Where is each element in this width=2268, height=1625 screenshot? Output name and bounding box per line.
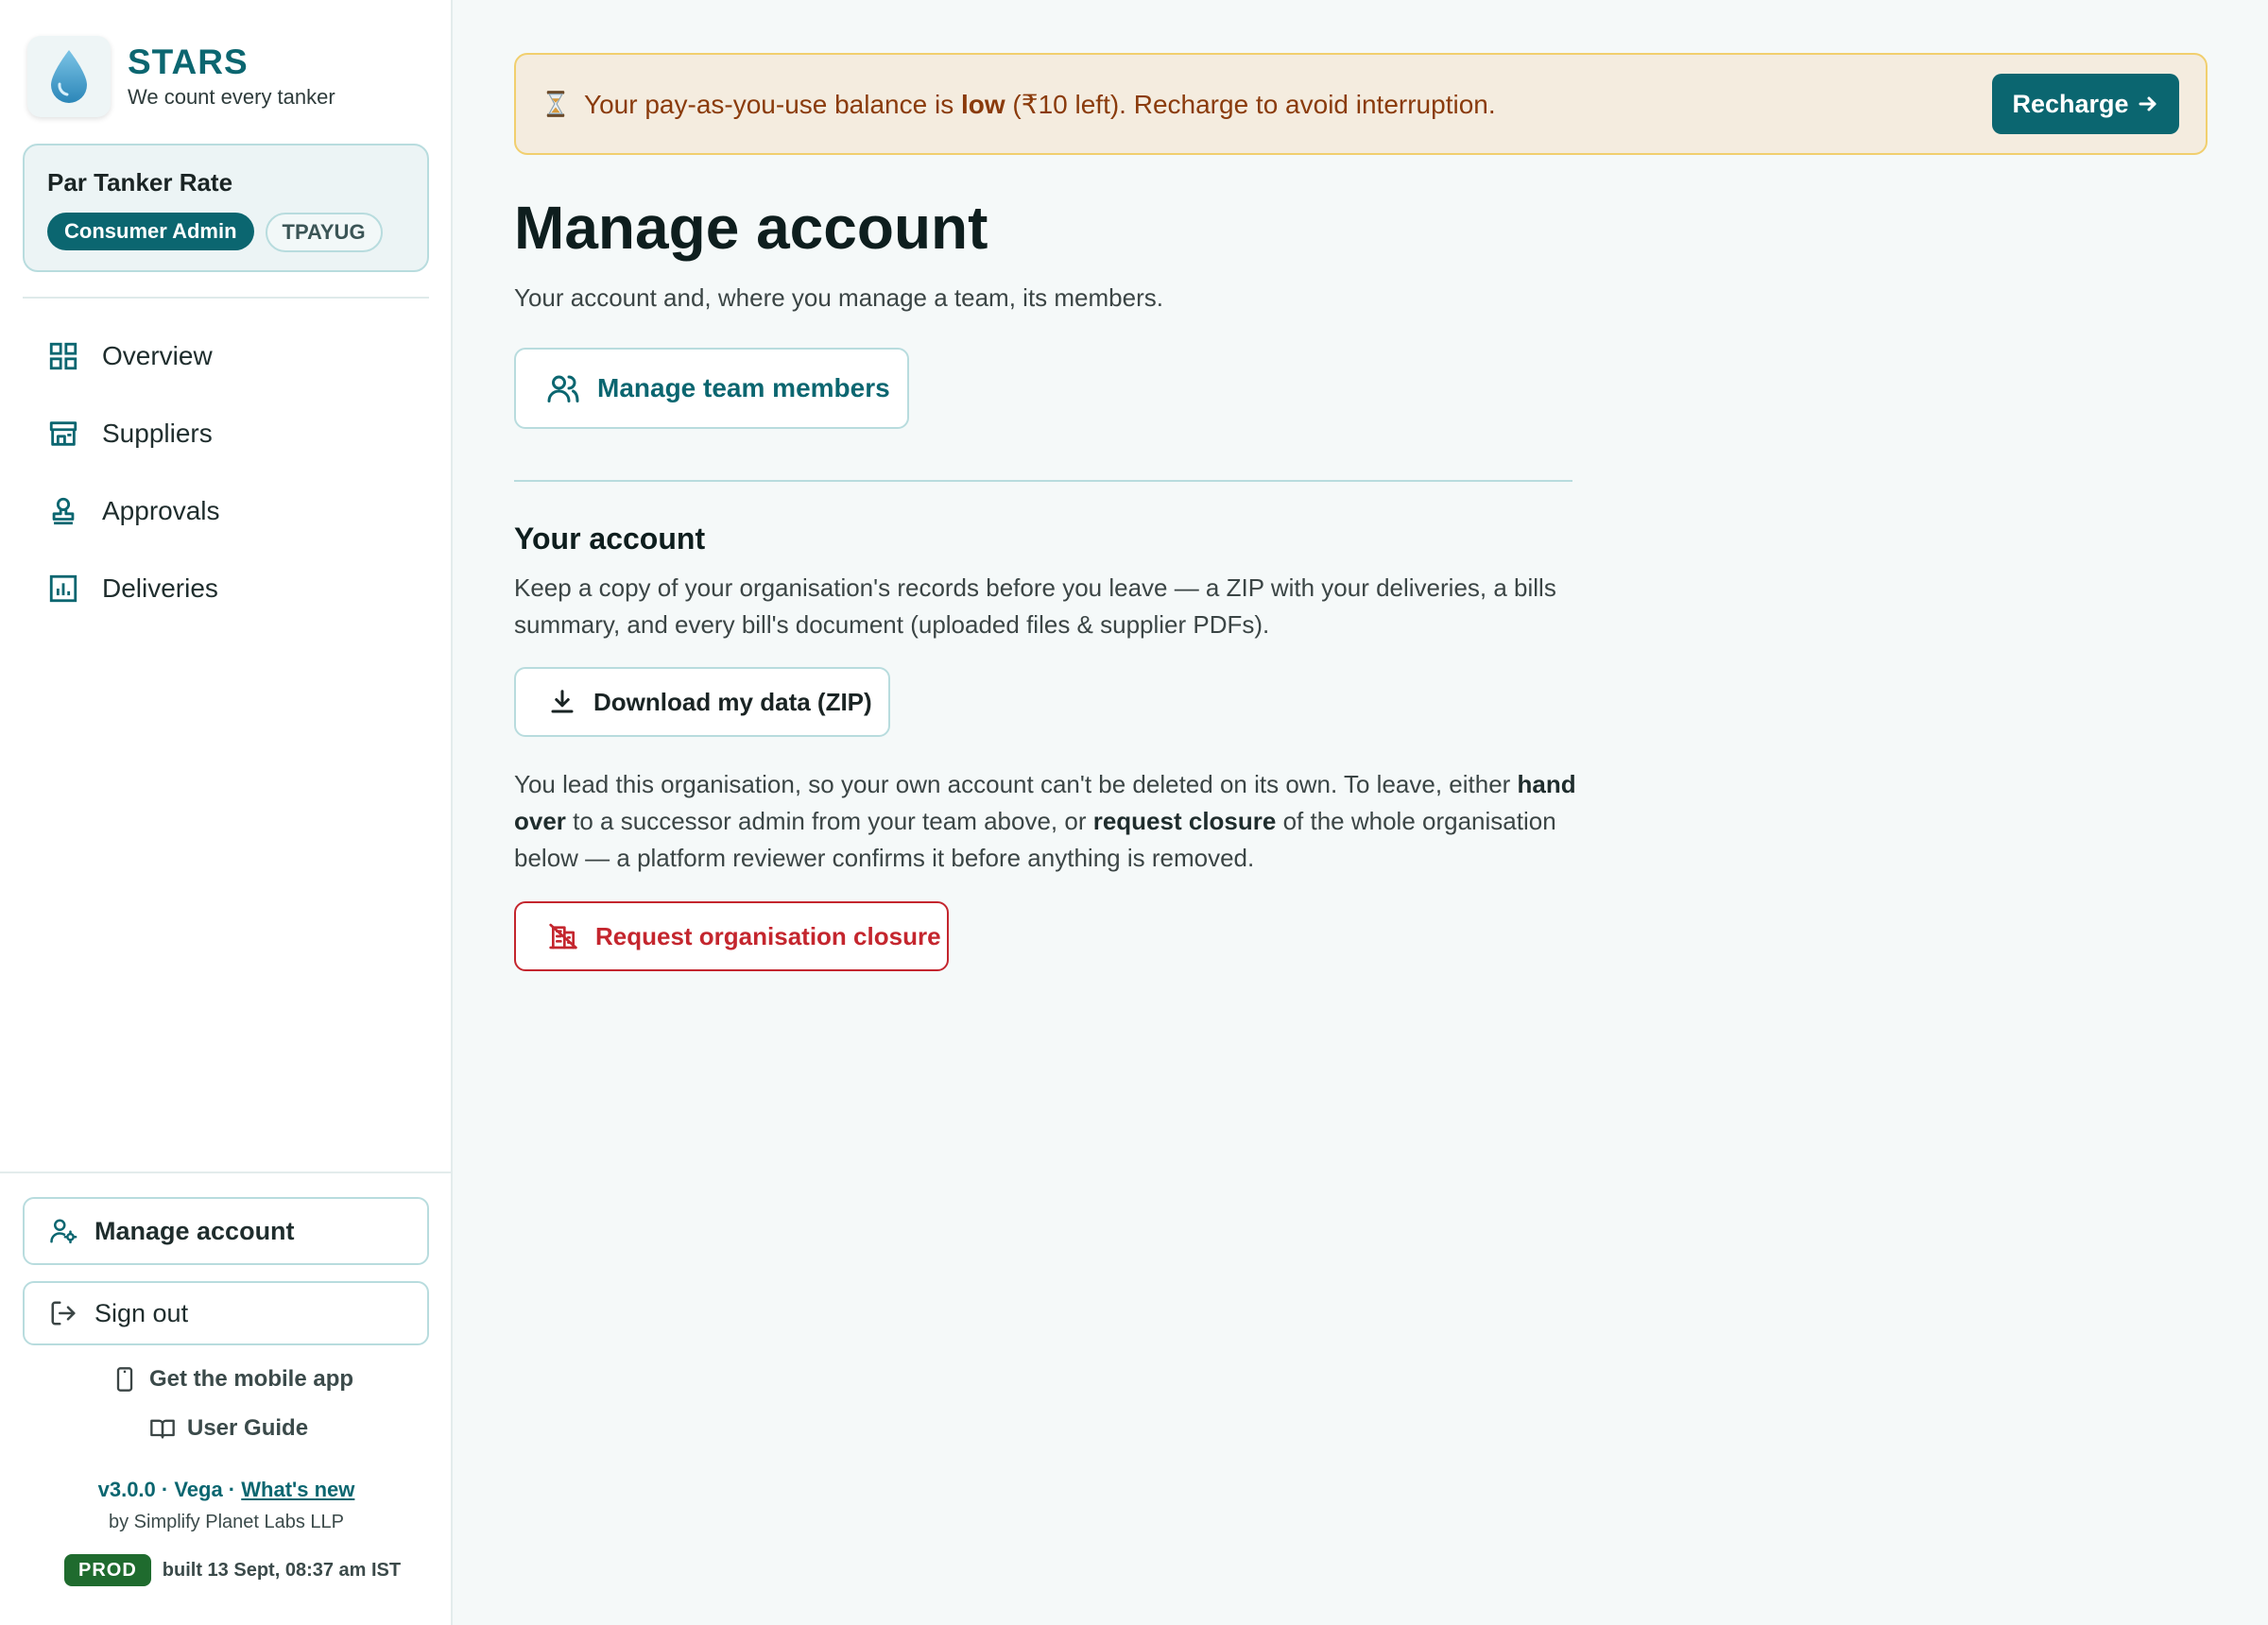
user-settings-icon xyxy=(50,1219,77,1244)
org-name: Par Tanker Rate xyxy=(47,168,233,197)
sidebar-nav: Overview Suppliers Approvals Deliveries xyxy=(23,317,429,627)
user-guide-label: User Guide xyxy=(187,1415,309,1441)
arrow-right-icon xyxy=(2139,96,2156,111)
sidebar-item-label: Suppliers xyxy=(102,419,213,448)
download-data-button[interactable]: Download my data (ZIP) xyxy=(514,667,890,737)
manage-team-members-button[interactable]: Manage team members xyxy=(514,348,909,429)
brand-tagline: We count every tanker xyxy=(128,85,335,109)
grid-icon xyxy=(49,342,77,370)
brand-logo xyxy=(27,36,111,117)
manage-team-members-label: Manage team members xyxy=(597,373,890,402)
building-off-icon xyxy=(549,923,577,949)
recharge-label: Recharge xyxy=(2012,89,2129,118)
page-subtitle: Your account and, where you manage a tea… xyxy=(514,283,1163,312)
leave-description: You lead this organisation, so your own … xyxy=(514,766,1582,877)
version-info: v3.0.0 · Vega · What's new xyxy=(0,1478,453,1502)
sidebar-divider xyxy=(23,297,429,299)
section-title: Your account xyxy=(514,522,706,556)
sidebar-item-label: Overview xyxy=(102,341,213,370)
sidebar-footer-divider xyxy=(0,1172,453,1173)
mobile-app-link[interactable]: Get the mobile app xyxy=(112,1366,353,1393)
section-divider xyxy=(514,480,1572,482)
env-badge: PROD xyxy=(64,1554,151,1586)
sidebar-item-suppliers[interactable]: Suppliers xyxy=(23,395,429,472)
water-drop-icon xyxy=(51,50,87,103)
leave-text-bold: request closure xyxy=(1092,807,1277,835)
leave-text-part: to a successor admin from your team abov… xyxy=(565,807,1093,835)
sidebar-item-overview[interactable]: Overview xyxy=(23,317,429,395)
request-closure-label: Request organisation closure xyxy=(595,921,941,950)
sidebar-item-deliveries[interactable]: Deliveries xyxy=(23,550,429,627)
brand[interactable]: STARS We count every tanker xyxy=(27,36,335,117)
whats-new-link[interactable]: What's new xyxy=(241,1478,354,1501)
download-icon xyxy=(551,690,574,713)
build-info: PROD built 13 Sept, 08:37 am IST xyxy=(64,1554,401,1586)
manage-account-label: Manage account xyxy=(94,1216,295,1245)
byline: by Simplify Planet Labs LLP xyxy=(108,1512,345,1532)
hourglass-icon xyxy=(546,91,565,117)
team-icon xyxy=(547,375,579,402)
bar-chart-icon xyxy=(49,574,77,603)
sidebar-item-label: Approvals xyxy=(102,496,220,525)
stamp-icon xyxy=(52,497,75,525)
alert-message: Your pay-as-you-use balance is low (₹10 … xyxy=(584,89,1496,120)
sidebar: STARS We count every tanker Par Tanker R… xyxy=(0,0,453,1625)
recharge-button[interactable]: Recharge xyxy=(1992,74,2179,134)
book-icon xyxy=(150,1419,175,1439)
sign-out-button[interactable]: Sign out xyxy=(23,1281,429,1345)
build-text: built 13 Sept, 08:37 am IST xyxy=(162,1559,402,1581)
alert-text-part: (₹10 left). Recharge to avoid interrupti… xyxy=(1005,89,1496,119)
sidebar-item-label: Deliveries xyxy=(102,573,218,603)
manage-account-button[interactable]: Manage account xyxy=(23,1197,429,1265)
org-card: Par Tanker Rate Consumer Admin TPAYUG xyxy=(23,144,429,272)
brand-name: STARS xyxy=(128,43,249,81)
user-guide-link[interactable]: User Guide xyxy=(149,1415,308,1442)
download-data-label: Download my data (ZIP) xyxy=(593,687,872,716)
request-closure-button[interactable]: Request organisation closure xyxy=(514,901,949,971)
sign-out-icon xyxy=(51,1301,76,1326)
store-icon xyxy=(49,421,77,446)
org-code-badge: TPAYUG xyxy=(265,213,383,252)
page-title: Manage account xyxy=(514,194,988,262)
low-balance-alert: Your pay-as-you-use balance is low (₹10 … xyxy=(514,53,2208,155)
role-badge: Consumer Admin xyxy=(47,213,254,250)
version-text: v3.0.0 · Vega · xyxy=(97,1478,242,1501)
mobile-app-label: Get the mobile app xyxy=(149,1366,354,1392)
sign-out-label: Sign out xyxy=(94,1298,189,1327)
export-description: Keep a copy of your organisation's recor… xyxy=(514,573,1556,639)
sidebar-item-approvals[interactable]: Approvals xyxy=(23,472,429,550)
leave-text-part: You lead this organisation, so your own … xyxy=(514,770,1518,798)
alert-text-part: Your pay-as-you-use balance is xyxy=(584,89,961,119)
phone-icon xyxy=(116,1367,133,1392)
alert-text-bold: low xyxy=(960,89,1005,119)
